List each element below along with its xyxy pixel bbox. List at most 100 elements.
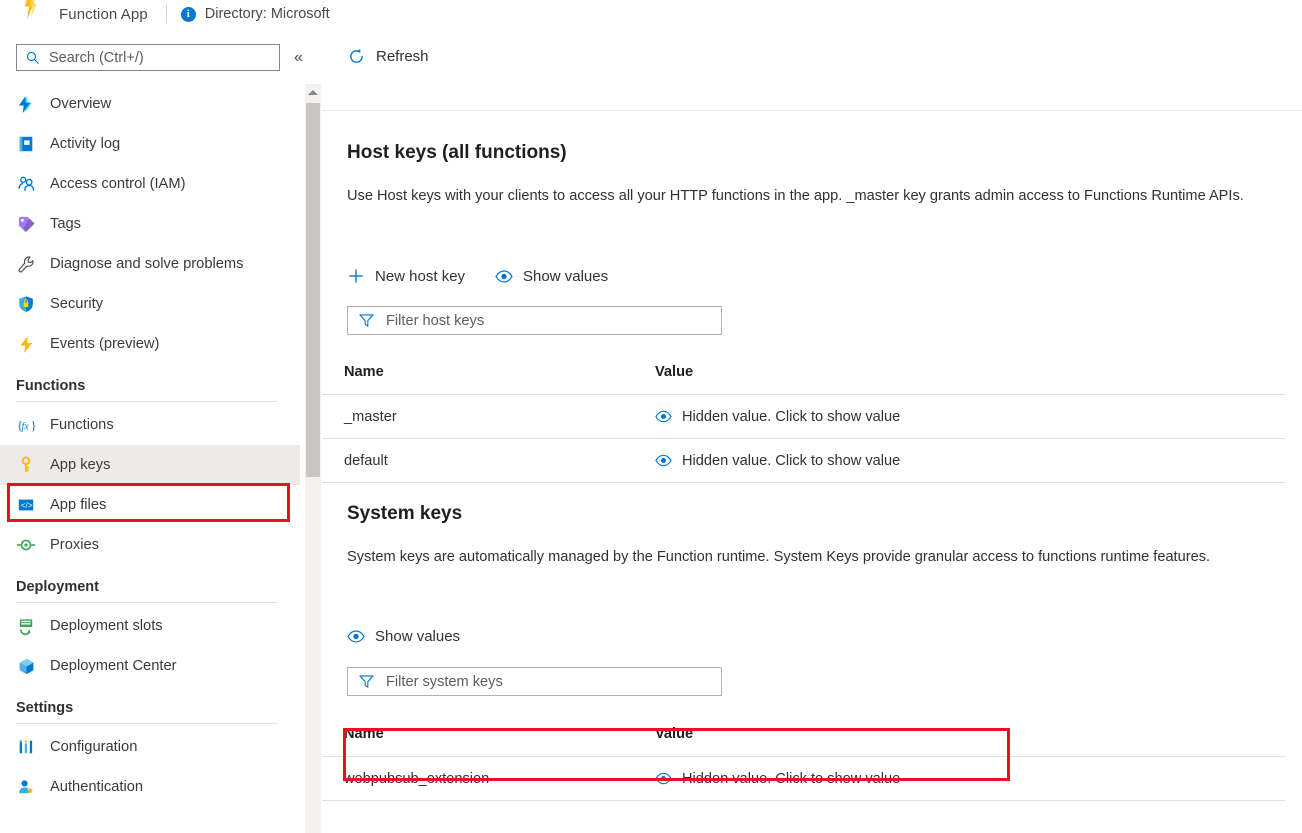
sidebar-item-activity-log[interactable]: Activity log xyxy=(0,124,300,164)
sidebar-item-events[interactable]: Events (preview) xyxy=(0,324,300,364)
eye-icon xyxy=(495,270,513,283)
host-keys-filter[interactable] xyxy=(347,306,722,335)
sidebar-item-app-files[interactable]: </> App files xyxy=(0,485,300,525)
search-input[interactable] xyxy=(47,49,261,67)
sidebar-item-authentication[interactable]: Authentication xyxy=(0,767,300,807)
sidebar-search[interactable] xyxy=(16,44,280,71)
key-name: webpubsub_extension xyxy=(322,771,655,787)
key-name: default xyxy=(322,453,655,469)
key-value-cell[interactable]: Hidden value. Click to show value xyxy=(655,409,900,425)
events-icon xyxy=(16,334,36,354)
top-header: Function App i Directory: Microsoft xyxy=(0,0,1302,28)
new-host-key-button[interactable]: New host key xyxy=(347,267,465,285)
sidebar-item-functions[interactable]: { fx } Functions xyxy=(0,405,300,445)
sidebar-item-label: Authentication xyxy=(50,779,143,795)
sidebar-item-tags[interactable]: Tags xyxy=(0,204,300,244)
keys-content: Host keys (all functions) Use Host keys … xyxy=(322,111,1302,833)
scroll-up-arrow-icon[interactable] xyxy=(305,84,321,100)
plus-icon xyxy=(347,267,365,285)
configuration-icon xyxy=(16,737,36,757)
hidden-value-label: Hidden value. Click to show value xyxy=(682,771,900,787)
table-row[interactable]: default Hidden value. Click to show valu… xyxy=(322,439,1285,482)
sidebar-item-label: Proxies xyxy=(50,537,99,553)
eye-icon xyxy=(347,630,365,643)
sidebar-item-access-control[interactable]: Access control (IAM) xyxy=(0,164,300,204)
host-keys-show-values-button[interactable]: Show values xyxy=(495,268,608,285)
main-content-panel: Refresh Host keys (all functions) Use Ho… xyxy=(322,28,1302,833)
host-keys-description: Use Host keys with your clients to acces… xyxy=(347,185,1292,208)
functions-braces-icon: { fx } xyxy=(16,415,36,435)
svg-text:</>: </> xyxy=(21,501,33,510)
sidebar-item-label: App files xyxy=(50,497,106,513)
host-keys-table: Name Value _master Hidden value. Click t… xyxy=(322,364,1285,483)
sidebar-group-settings: Settings xyxy=(0,686,300,727)
refresh-button[interactable]: Refresh xyxy=(348,39,429,73)
sidebar-group-title: Functions xyxy=(16,378,300,394)
eye-icon xyxy=(655,772,672,785)
sidebar-group-title: Deployment xyxy=(16,579,300,595)
tags-icon xyxy=(16,214,36,234)
system-keys-filter-input[interactable] xyxy=(384,673,688,691)
sidebar-item-label: App keys xyxy=(50,457,110,473)
host-keys-filter-input[interactable] xyxy=(384,312,688,330)
sidebar-item-configuration[interactable]: Configuration xyxy=(0,727,300,767)
system-keys-filter[interactable] xyxy=(347,667,722,696)
search-icon xyxy=(26,51,40,65)
sidebar-item-security[interactable]: Security xyxy=(0,284,300,324)
command-bar: Refresh xyxy=(322,28,1302,84)
info-icon: i xyxy=(181,7,196,22)
collapse-sidebar-button[interactable]: « xyxy=(294,50,303,66)
system-keys-table-header: Name Value xyxy=(322,726,1285,756)
key-value-cell[interactable]: Hidden value. Click to show value xyxy=(655,771,900,787)
key-name: _master xyxy=(322,409,655,425)
sidebar-item-deployment-center[interactable]: Deployment Center xyxy=(0,646,300,686)
sidebar-item-diagnose[interactable]: Diagnose and solve problems xyxy=(0,244,300,284)
sidebar-group-title: Settings xyxy=(16,700,300,716)
app-files-icon: </> xyxy=(16,495,36,515)
group-divider xyxy=(16,401,277,402)
sidebar-item-label: Access control (IAM) xyxy=(50,176,185,192)
system-keys-toolbar: Show values xyxy=(347,628,460,645)
row-separator xyxy=(322,800,1285,801)
svg-text:fx: fx xyxy=(21,422,29,433)
sidebar-item-overview[interactable]: Overview xyxy=(0,84,300,124)
column-header-name: Name xyxy=(322,364,655,380)
authentication-icon xyxy=(16,777,36,797)
header-divider xyxy=(166,5,167,23)
hidden-value-label: Hidden value. Click to show value xyxy=(682,409,900,425)
sidebar-item-label: Overview xyxy=(50,96,111,112)
activity-log-icon xyxy=(16,134,36,154)
group-divider xyxy=(16,602,277,603)
filter-icon xyxy=(358,313,375,328)
system-keys-show-values-label: Show values xyxy=(375,628,460,645)
sidebar-group-functions: Functions xyxy=(0,364,300,405)
group-divider xyxy=(16,723,277,724)
sidebar-item-deployment-slots[interactable]: Deployment slots xyxy=(0,606,300,646)
system-keys-title: System keys xyxy=(347,503,462,525)
sidebar-group-deployment: Deployment xyxy=(0,565,300,606)
access-control-icon xyxy=(16,174,36,194)
overview-icon xyxy=(16,94,36,114)
sidebar-scrollbar[interactable] xyxy=(305,84,321,833)
system-keys-show-values-button[interactable]: Show values xyxy=(347,628,460,645)
function-app-icon xyxy=(20,3,40,25)
hidden-value-label: Hidden value. Click to show value xyxy=(682,453,900,469)
left-navigation-panel: « Overview Activity log xyxy=(0,28,300,833)
sidebar-item-label: Security xyxy=(50,296,103,312)
sidebar-item-app-keys[interactable]: App keys xyxy=(0,445,300,485)
sidebar-item-label: Activity log xyxy=(50,136,120,152)
table-row[interactable]: webpubsub_extension Hidden value. Click … xyxy=(322,757,1285,800)
scrollbar-thumb[interactable] xyxy=(306,103,320,477)
eye-icon xyxy=(655,410,672,423)
key-icon xyxy=(16,455,36,475)
refresh-label: Refresh xyxy=(376,48,429,65)
key-value-cell[interactable]: Hidden value. Click to show value xyxy=(655,453,900,469)
table-row[interactable]: _master Hidden value. Click to show valu… xyxy=(322,395,1285,438)
sidebar-item-proxies[interactable]: Proxies xyxy=(0,525,300,565)
column-header-value: Value xyxy=(655,364,693,380)
svg-text:}: } xyxy=(31,419,36,433)
host-keys-show-values-label: Show values xyxy=(523,268,608,285)
deployment-slots-icon xyxy=(16,616,36,636)
sidebar-item-label: Configuration xyxy=(50,739,137,755)
sidebar-item-label: Deployment slots xyxy=(50,618,163,634)
